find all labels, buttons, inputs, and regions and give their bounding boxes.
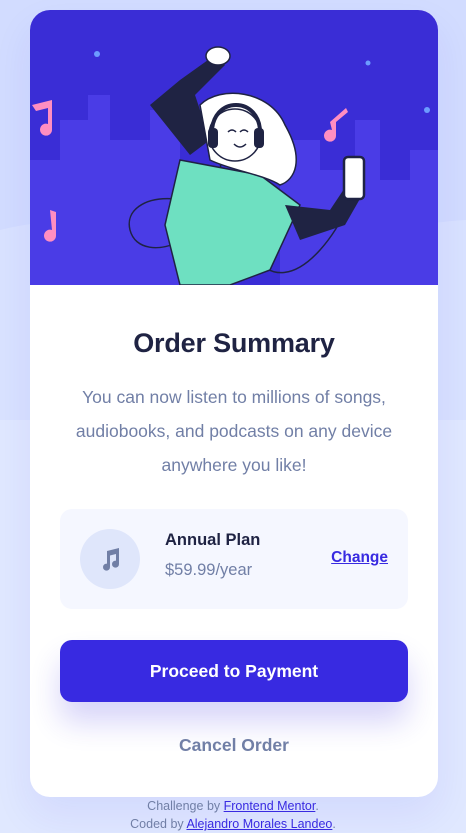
plan-price: $59.99/year bbox=[165, 561, 253, 579]
hero-illustration bbox=[30, 10, 438, 285]
attribution-coded-text: Coded by bbox=[130, 817, 187, 831]
plan-summary: Annual Plan $59.99/year Change bbox=[60, 509, 408, 609]
frontend-mentor-link[interactable]: Frontend Mentor bbox=[224, 799, 316, 813]
order-summary-card: Order Summary You can now listen to mill… bbox=[30, 10, 438, 797]
card-description: You can now listen to millions of songs,… bbox=[75, 387, 393, 475]
music-note-icon bbox=[80, 529, 140, 589]
plan-name: Annual Plan bbox=[165, 531, 261, 549]
attribution: Challenge by Frontend Mentor. Coded by A… bbox=[0, 797, 466, 833]
change-plan-link[interactable]: Change bbox=[331, 549, 388, 567]
author-link[interactable]: Alejandro Morales Landeo bbox=[186, 817, 332, 831]
attribution-period-2: . bbox=[332, 817, 336, 831]
proceed-to-payment-button[interactable]: Proceed to Payment bbox=[60, 640, 408, 702]
attribution-challenge-text: Challenge by bbox=[147, 799, 224, 813]
attribution-period: . bbox=[315, 799, 319, 813]
page-title: Order Summary bbox=[133, 328, 335, 358]
attribution-line-1: Challenge by Frontend Mentor. bbox=[0, 797, 466, 815]
attribution-line-2: Coded by Alejandro Morales Landeo. bbox=[0, 815, 466, 833]
cancel-order-button[interactable]: Cancel Order bbox=[60, 730, 408, 760]
